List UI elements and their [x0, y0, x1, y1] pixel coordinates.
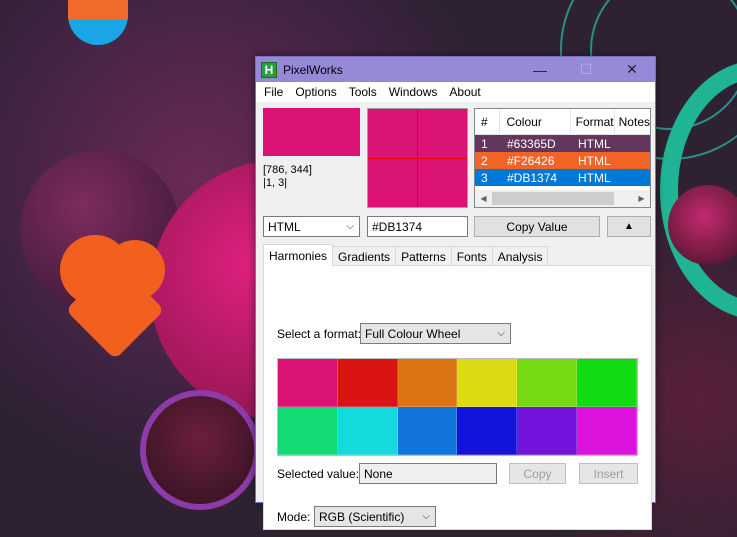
- colour-wheel-swatch[interactable]: [517, 359, 578, 407]
- chevron-down-icon: ⌵: [346, 221, 354, 232]
- row-colour: #63365D: [507, 136, 556, 151]
- wallpaper-bottom-orb: [140, 390, 260, 510]
- row-number: 1: [481, 136, 488, 151]
- history-row[interactable]: 2 #F26426 HTML: [475, 152, 650, 169]
- tab-fonts[interactable]: Fonts: [450, 246, 493, 266]
- row-notes: [617, 152, 650, 169]
- wallpaper-top-ball: [68, 0, 128, 45]
- chevron-down-icon: ⌵: [422, 511, 430, 522]
- current-colour-swatch: [263, 108, 360, 156]
- colour-wheel-grid: [277, 358, 638, 456]
- tab-patterns[interactable]: Patterns: [395, 246, 452, 266]
- format-dropdown[interactable]: HTML ⌵: [263, 216, 360, 237]
- pixelworks-window: H PixelWorks — ☐ ✕ File Options Tools Wi…: [255, 56, 656, 530]
- column-header-colour[interactable]: Colour: [500, 109, 571, 134]
- colour-wheel-swatch[interactable]: [337, 359, 398, 407]
- tab-gradients[interactable]: Gradients: [332, 246, 397, 266]
- tab-harmonies[interactable]: Harmonies: [263, 244, 334, 266]
- history-header: # Colour Format Notes: [475, 109, 650, 135]
- history-row-selected[interactable]: 3 #DB1374 HTML: [475, 169, 650, 186]
- colour-wheel-swatch[interactable]: [337, 407, 398, 455]
- colour-wheel-swatch[interactable]: [517, 407, 578, 455]
- row-notes: [617, 135, 650, 152]
- close-icon: ✕: [626, 61, 638, 77]
- crosshair-horizontal: [368, 158, 467, 159]
- menu-tools[interactable]: Tools: [343, 85, 383, 99]
- collapse-button[interactable]: ▲: [607, 216, 651, 237]
- zoom-preview: [367, 108, 468, 208]
- menu-options[interactable]: Options: [289, 85, 342, 99]
- scroll-left-icon[interactable]: ◀: [475, 194, 492, 203]
- row-format: HTML: [578, 170, 611, 185]
- scroll-thumb[interactable]: [492, 192, 614, 205]
- colour-wheel-swatch[interactable]: [278, 359, 338, 407]
- mode-label: Mode:: [277, 510, 311, 524]
- colour-wheel-swatch[interactable]: [397, 407, 458, 455]
- column-header-format[interactable]: Format: [571, 109, 615, 134]
- tab-strip: Harmonies Gradients Patterns Fonts Analy…: [263, 244, 549, 266]
- mode-dropdown[interactable]: RGB (Scientific) ⌵: [314, 506, 436, 527]
- screen-position: [786, 344]: [263, 164, 312, 176]
- row-colour: #DB1374: [507, 170, 558, 185]
- column-header-notes[interactable]: Notes: [615, 109, 650, 134]
- row-format: HTML: [578, 136, 611, 151]
- harmonies-panel: Select a format: Full Colour Wheel ⌵ Sel…: [263, 265, 652, 530]
- selected-value-field[interactable]: None: [359, 463, 497, 484]
- minimize-button[interactable]: —: [517, 57, 563, 82]
- colour-wheel-swatch[interactable]: [457, 407, 518, 455]
- row-notes: [617, 169, 650, 186]
- colour-wheel-swatch[interactable]: [457, 359, 518, 407]
- mode-value: RGB (Scientific): [319, 509, 405, 524]
- app-icon: H: [261, 61, 277, 78]
- colour-wheel-swatch[interactable]: [397, 359, 458, 407]
- menu-about[interactable]: About: [443, 85, 486, 99]
- window-title: PixelWorks: [283, 62, 343, 77]
- colour-history-list[interactable]: # Colour Format Notes 1 #63365D HTML 2 #…: [474, 108, 651, 208]
- menu-windows[interactable]: Windows: [383, 85, 444, 99]
- chevron-down-icon: ⌵: [497, 328, 505, 339]
- colour-wheel-swatch[interactable]: [577, 359, 637, 407]
- format-dropdown-value: HTML: [268, 219, 301, 234]
- scroll-right-icon[interactable]: ▶: [633, 194, 650, 203]
- menu-file[interactable]: File: [258, 85, 289, 99]
- minimize-icon: —: [533, 61, 547, 78]
- cursor-coordinates: [786, 344] |1, 3|: [263, 164, 312, 190]
- hex-value-field[interactable]: #DB1374: [367, 216, 468, 237]
- copy-button[interactable]: Copy: [509, 463, 566, 484]
- maximize-button[interactable]: ☐: [563, 57, 609, 82]
- column-header-number[interactable]: #: [475, 109, 501, 134]
- client-area: [786, 344] |1, 3| # Colour Format Notes …: [256, 102, 655, 530]
- select-format-label: Select a format:: [277, 327, 362, 341]
- history-horizontal-scrollbar[interactable]: ◀ ▶: [475, 190, 650, 207]
- arrow-up-icon: ▲: [624, 221, 634, 232]
- harmony-format-dropdown[interactable]: Full Colour Wheel ⌵: [360, 323, 511, 344]
- copy-value-button[interactable]: Copy Value: [474, 216, 600, 237]
- row-colour: #F26426: [507, 153, 555, 168]
- selected-value-label: Selected value:: [277, 467, 360, 481]
- history-row[interactable]: 1 #63365D HTML: [475, 135, 650, 152]
- colour-wheel-swatch[interactable]: [278, 407, 338, 455]
- tab-analysis[interactable]: Analysis: [491, 246, 549, 266]
- title-bar[interactable]: H PixelWorks — ☐ ✕: [256, 57, 655, 82]
- row-number: 3: [481, 170, 488, 185]
- harmony-format-value: Full Colour Wheel: [365, 326, 461, 341]
- row-number: 2: [481, 153, 488, 168]
- maximize-icon: ☐: [579, 61, 593, 77]
- close-button[interactable]: ✕: [609, 57, 655, 82]
- row-format: HTML: [578, 153, 611, 168]
- colour-wheel-swatch[interactable]: [577, 407, 637, 455]
- menu-bar: File Options Tools Windows About: [256, 82, 655, 102]
- zoom-position: |1, 3|: [263, 177, 288, 189]
- insert-button[interactable]: Insert: [579, 463, 638, 484]
